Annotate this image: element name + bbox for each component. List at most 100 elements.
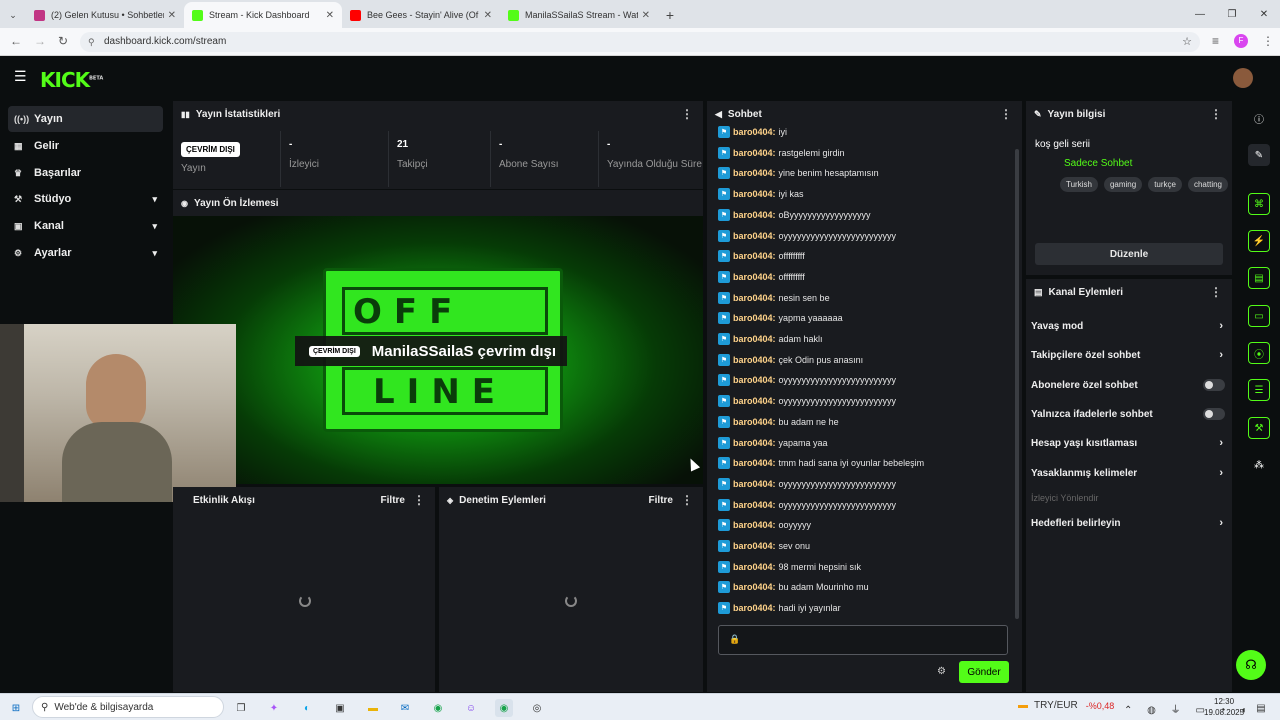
slow-mode-item[interactable]: Yavaş mod › (1031, 316, 1225, 336)
maximize-button[interactable]: ❐ (1216, 9, 1248, 20)
support-headset-icon[interactable]: ☊ (1236, 650, 1266, 680)
chat-username[interactable]: baro0404: (733, 438, 776, 448)
kick-logo[interactable]: KICKBETA (40, 68, 103, 92)
more-options-icon[interactable]: ⋮ (413, 493, 425, 507)
sidebar-item-studyo[interactable]: ⚒ Stüdyo ▾ (8, 186, 163, 212)
more-options-icon[interactable]: ⋮ (681, 107, 693, 121)
chevron-down-icon[interactable]: ▾ (152, 221, 157, 232)
chat-username[interactable]: baro0404: (733, 541, 776, 551)
filter-button[interactable]: Filtre (649, 495, 673, 506)
clip-icon[interactable]: ⌘ (1248, 193, 1270, 215)
chat-username[interactable]: baro0404: (733, 520, 776, 530)
hamburger-menu-icon[interactable]: ☰ (14, 68, 27, 85)
followers-only-item[interactable]: Takipçilere özel sohbet › (1031, 345, 1225, 365)
tab-search-icon[interactable]: ⌄ (0, 2, 26, 28)
info-icon[interactable]: ⓘ (1248, 107, 1270, 129)
task-view-icon[interactable]: ❐ (232, 699, 250, 717)
list-icon[interactable]: ☰ (1248, 379, 1270, 401)
account-age-item[interactable]: Hesap yaşı kısıtlaması › (1031, 433, 1225, 453)
outlook-icon[interactable]: ✉ (396, 699, 414, 717)
chat-username[interactable]: baro0404: (733, 582, 776, 592)
browser-tab-watch[interactable]: ManilaSSailaS Stream - Watch L ✕ (500, 2, 658, 28)
connections-icon[interactable]: ⁂ (1248, 454, 1270, 476)
chat-username[interactable]: baro0404: (733, 272, 776, 282)
chevron-down-icon[interactable]: ▾ (152, 194, 157, 205)
forward-icon[interactable]: → (34, 34, 46, 48)
tag[interactable]: turkçe (1148, 177, 1182, 192)
tag[interactable]: chatting (1187, 177, 1228, 192)
profile-avatar[interactable]: F (1234, 34, 1248, 48)
edit-button[interactable]: Düzenle (1035, 243, 1223, 265)
wrench-icon[interactable]: ⚒ (1248, 417, 1270, 439)
chat-username[interactable]: baro0404: (733, 355, 776, 365)
sidebar-item-kanal[interactable]: ▣ Kanal ▾ (8, 213, 163, 239)
clock[interactable]: 12:30 19.08.2025 (1204, 696, 1244, 718)
browser-tab-dashboard[interactable]: Stream - Kick Dashboard ✕ (184, 2, 342, 28)
more-options-icon[interactable]: ⋮ (1210, 285, 1222, 299)
chat-settings-icon[interactable]: ⚙ (937, 666, 946, 677)
chat-username[interactable]: baro0404: (733, 231, 776, 241)
emotes-only-toggle[interactable] (1203, 408, 1225, 420)
edge-icon[interactable]: ◐ (298, 699, 316, 717)
user-avatar[interactable] (1233, 68, 1253, 88)
currency-widget[interactable]: ▬ TRY/EUR -%0,48 (1018, 700, 1114, 711)
close-icon[interactable]: ✕ (484, 10, 492, 21)
chat-username[interactable]: baro0404: (733, 251, 776, 261)
sidebar-item-basarilar[interactable]: ♛ Başarılar (8, 160, 163, 186)
chat-username[interactable]: baro0404: (733, 127, 776, 137)
chrome-active-icon[interactable]: ◉ (495, 699, 513, 717)
browser-tab-youtube[interactable]: Bee Gees - Stayin' Alive (Of ✕ (342, 2, 500, 28)
more-options-icon[interactable]: ⋮ (1000, 107, 1012, 121)
tag[interactable]: gaming (1103, 177, 1143, 192)
document-icon[interactable]: ▤ (1248, 267, 1270, 289)
chat-scrollbar[interactable] (1015, 149, 1019, 619)
sidebar-item-ayarlar[interactable]: ⚙ Ayarlar ▾ (8, 240, 163, 266)
broadcast-icon[interactable]: ⦿ (1248, 342, 1270, 364)
site-info-icon[interactable]: ⚲ (88, 32, 95, 52)
file-explorer-icon[interactable]: ▬ (364, 699, 382, 717)
tag[interactable]: Turkish (1060, 177, 1098, 192)
bookmark-star-icon[interactable]: ☆ (1182, 32, 1192, 52)
more-options-icon[interactable]: ⋮ (681, 493, 693, 507)
chat-username[interactable]: baro0404: (733, 148, 776, 158)
discord-icon[interactable]: ☺ (462, 699, 480, 717)
new-tab-button[interactable]: + (658, 2, 682, 28)
window-close-button[interactable]: ✕ (1248, 9, 1280, 20)
chrome-icon[interactable]: ◉ (429, 699, 447, 717)
chat-username[interactable]: baro0404: (733, 417, 776, 427)
chat-username[interactable]: baro0404: (733, 479, 776, 489)
edit-icon[interactable]: ✎ (1248, 144, 1270, 166)
url-input[interactable]: ⚲ dashboard.kick.com/stream ☆ (80, 32, 1200, 52)
chat-username[interactable]: baro0404: (733, 168, 776, 178)
close-icon[interactable]: ✕ (642, 10, 650, 21)
chat-username[interactable]: baro0404: (733, 334, 776, 344)
taskbar-search[interactable]: ⚲ Web'de & bilgisayarda (32, 696, 224, 718)
minimize-button[interactable]: — (1184, 9, 1216, 20)
chat-username[interactable]: baro0404: (733, 458, 776, 468)
bolt-icon[interactable]: ⚡ (1248, 230, 1270, 252)
more-options-icon[interactable]: ⋮ (1210, 107, 1222, 121)
chat-input[interactable]: 🔒 (718, 625, 1008, 655)
reload-icon[interactable]: ↻ (58, 34, 68, 48)
send-button[interactable]: Gönder (959, 661, 1009, 683)
set-goals-item[interactable]: Hedefleri belirleyin › (1031, 513, 1225, 533)
obs-icon[interactable]: ◎ (528, 699, 546, 717)
chat-username[interactable]: baro0404: (733, 396, 776, 406)
chat-username[interactable]: baro0404: (733, 500, 776, 510)
close-icon[interactable]: ✕ (168, 10, 176, 21)
media-control-icon[interactable]: ≡ (1212, 34, 1219, 48)
chevron-down-icon[interactable]: ▾ (152, 248, 157, 259)
sidebar-item-yayin[interactable]: ((•)) Yayın (8, 106, 163, 132)
copilot-icon[interactable]: ✦ (265, 699, 283, 717)
subs-only-toggle[interactable] (1203, 379, 1225, 391)
chat-username[interactable]: baro0404: (733, 562, 776, 572)
chat-username[interactable]: baro0404: (733, 375, 776, 385)
chat-username[interactable]: baro0404: (733, 189, 776, 199)
windows-start-icon[interactable]: ⊞ (7, 699, 25, 717)
chat-username[interactable]: baro0404: (733, 293, 776, 303)
banned-words-item[interactable]: Yasaklanmış kelimeler › (1031, 463, 1225, 483)
chat-username[interactable]: baro0404: (733, 210, 776, 220)
chat-username[interactable]: baro0404: (733, 313, 776, 323)
close-icon[interactable]: ✕ (326, 10, 334, 21)
chat-username[interactable]: baro0404: (733, 603, 776, 613)
